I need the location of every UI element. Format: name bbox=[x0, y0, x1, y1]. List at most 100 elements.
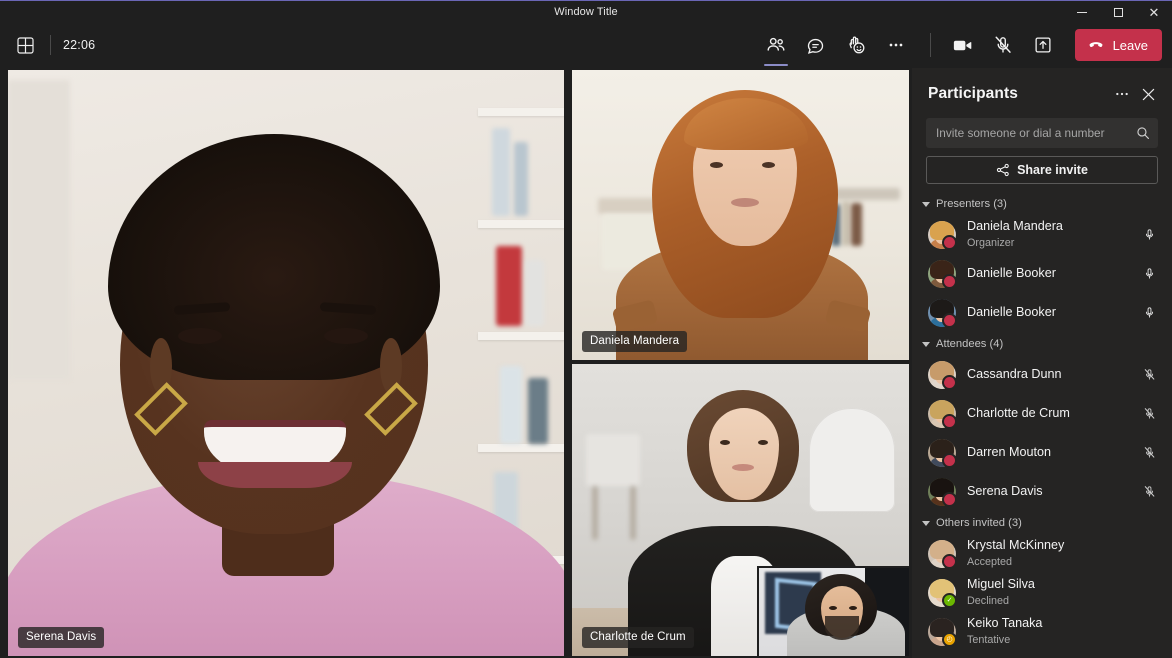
grid-view-icon[interactable] bbox=[12, 32, 38, 58]
section-title: Others invited (3) bbox=[936, 517, 1022, 529]
meeting-clock: 22:06 bbox=[63, 38, 96, 52]
presence-indicator bbox=[942, 234, 957, 250]
chevron-down-icon bbox=[922, 521, 930, 526]
participant-name: Keiko Tanaka bbox=[967, 616, 1043, 631]
presence-indicator bbox=[942, 413, 957, 429]
participant-name: Krystal McKinney bbox=[967, 538, 1065, 553]
participant-status: Declined bbox=[967, 594, 1010, 607]
microphone-muted-icon[interactable] bbox=[985, 28, 1021, 62]
avatar bbox=[928, 477, 957, 507]
microphone-icon[interactable] bbox=[1138, 224, 1160, 246]
participants-list[interactable]: Presenters (3) Daniela Mandera Organizer Da… bbox=[912, 184, 1172, 658]
section-title: Attendees (4) bbox=[936, 338, 1004, 350]
participant-info: Danielle Booker bbox=[967, 305, 1056, 321]
share-invite-label: Share invite bbox=[1017, 163, 1088, 177]
participant-row[interactable]: Danielle Booker bbox=[912, 254, 1172, 293]
avatar bbox=[928, 539, 957, 569]
camera-icon[interactable] bbox=[945, 28, 981, 62]
presence-indicator: ◴ bbox=[942, 631, 957, 647]
microphone-muted-icon[interactable] bbox=[1138, 364, 1160, 386]
active-tab-indicator bbox=[763, 64, 788, 66]
microphone-muted-icon[interactable] bbox=[1138, 403, 1160, 425]
participant-row[interactable]: ◴ Keiko Tanaka Tentative bbox=[912, 612, 1172, 651]
share-screen-icon[interactable] bbox=[1025, 28, 1061, 62]
minimize-button[interactable] bbox=[1064, 1, 1100, 23]
tile-name-label: Charlotte de Crum bbox=[582, 627, 694, 648]
participant-row[interactable]: Danielle Booker bbox=[912, 293, 1172, 332]
participant-info: Cassandra Dunn bbox=[967, 367, 1062, 383]
avatar bbox=[928, 220, 957, 250]
pip-video-tile[interactable] bbox=[757, 566, 909, 656]
participant-row[interactable]: Cassandra Dunn bbox=[912, 355, 1172, 394]
close-button[interactable]: ✕ bbox=[1136, 1, 1172, 23]
video-tile-serena-davis[interactable]: Serena Davis bbox=[8, 70, 564, 656]
participant-row[interactable]: Darren Mouton bbox=[912, 433, 1172, 472]
people-icon[interactable] bbox=[758, 28, 794, 66]
share-link-icon bbox=[996, 163, 1010, 177]
title-bar: Window Title ✕ bbox=[0, 0, 1172, 22]
participant-name: Cassandra Dunn bbox=[967, 366, 1062, 381]
panel-header-actions bbox=[1110, 82, 1160, 106]
participant-name: Darren Mouton bbox=[967, 444, 1051, 459]
presence-indicator bbox=[942, 374, 957, 390]
participant-row[interactable]: Charlotte de Crum bbox=[912, 394, 1172, 433]
participant-name: Charlotte de Crum bbox=[967, 405, 1070, 420]
teams-meeting-window: Window Title ✕ 22:06 Leave Serena Davis … bbox=[0, 0, 1172, 658]
microphone-muted-icon[interactable] bbox=[1138, 442, 1160, 464]
reactions-icon[interactable] bbox=[838, 28, 874, 62]
participant-name: Serena Davis bbox=[967, 483, 1043, 498]
toolbar-separator bbox=[929, 33, 931, 57]
window-controls: ✕ bbox=[1064, 1, 1172, 23]
participant-status: Tentative bbox=[967, 633, 1011, 646]
participant-info: Miguel Silva Declined bbox=[967, 577, 1035, 608]
video-stage: Serena Davis Daniela Mandera Charlotte d… bbox=[0, 68, 912, 658]
participants-section-header[interactable]: Attendees (4) bbox=[912, 332, 1172, 355]
participant-name: Daniela Mandera bbox=[967, 219, 1063, 234]
video-tile-charlotte-de-crum[interactable]: Charlotte de Crum bbox=[572, 364, 909, 656]
invite-search-field[interactable] bbox=[926, 118, 1158, 148]
chevron-down-icon bbox=[922, 202, 930, 207]
participant-status: Accepted bbox=[967, 555, 1013, 568]
participant-row[interactable]: Krystal McKinney Accepted bbox=[912, 534, 1172, 573]
close-icon[interactable] bbox=[1136, 82, 1160, 106]
maximize-button[interactable] bbox=[1100, 1, 1136, 23]
participant-name: Danielle Booker bbox=[967, 265, 1056, 280]
avatar: ◴ bbox=[928, 617, 957, 647]
participant-row[interactable]: Serena Davis bbox=[912, 472, 1172, 511]
toolbar-divider bbox=[50, 35, 51, 55]
more-icon[interactable] bbox=[878, 28, 914, 62]
participants-section-header[interactable]: Others invited (3) bbox=[912, 511, 1172, 534]
participant-status: Organizer bbox=[967, 236, 1015, 249]
participant-info: Serena Davis bbox=[967, 484, 1043, 500]
participants-section-header[interactable]: Presenters (3) bbox=[912, 192, 1172, 215]
search-input[interactable] bbox=[936, 126, 1136, 140]
participant-row[interactable]: ✓ Miguel Silva Declined bbox=[912, 573, 1172, 612]
search-icon[interactable] bbox=[1136, 126, 1150, 140]
microphone-muted-icon[interactable] bbox=[1138, 481, 1160, 503]
share-invite-button[interactable]: Share invite bbox=[926, 156, 1158, 184]
presence-indicator bbox=[942, 452, 957, 468]
hangup-icon bbox=[1087, 36, 1105, 54]
presence-indicator bbox=[942, 312, 957, 328]
microphone-icon[interactable] bbox=[1138, 302, 1160, 324]
participant-info: Keiko Tanaka Tentative bbox=[967, 616, 1042, 647]
participant-info: Danielle Booker bbox=[967, 266, 1056, 282]
presence-indicator: ✓ bbox=[942, 592, 957, 608]
participant-row[interactable]: Daniela Mandera Organizer bbox=[912, 215, 1172, 254]
avatar bbox=[928, 259, 957, 289]
avatar bbox=[928, 438, 957, 468]
participant-info: Krystal McKinney Accepted bbox=[967, 538, 1064, 569]
presence-indicator bbox=[942, 273, 957, 289]
leave-button[interactable]: Leave bbox=[1074, 29, 1162, 61]
microphone-icon[interactable] bbox=[1138, 263, 1160, 285]
leave-button-label: Leave bbox=[1112, 37, 1148, 53]
chevron-down-icon bbox=[922, 342, 930, 347]
toolbar-left: 22:06 bbox=[0, 32, 95, 58]
more-icon[interactable] bbox=[1110, 82, 1134, 106]
avatar bbox=[928, 399, 957, 429]
participant-name: Miguel Silva bbox=[967, 577, 1035, 592]
video-tile-daniela-mandera[interactable]: Daniela Mandera bbox=[572, 70, 909, 360]
avatar bbox=[928, 360, 957, 390]
presence-indicator bbox=[942, 491, 957, 507]
chat-icon[interactable] bbox=[798, 28, 834, 62]
